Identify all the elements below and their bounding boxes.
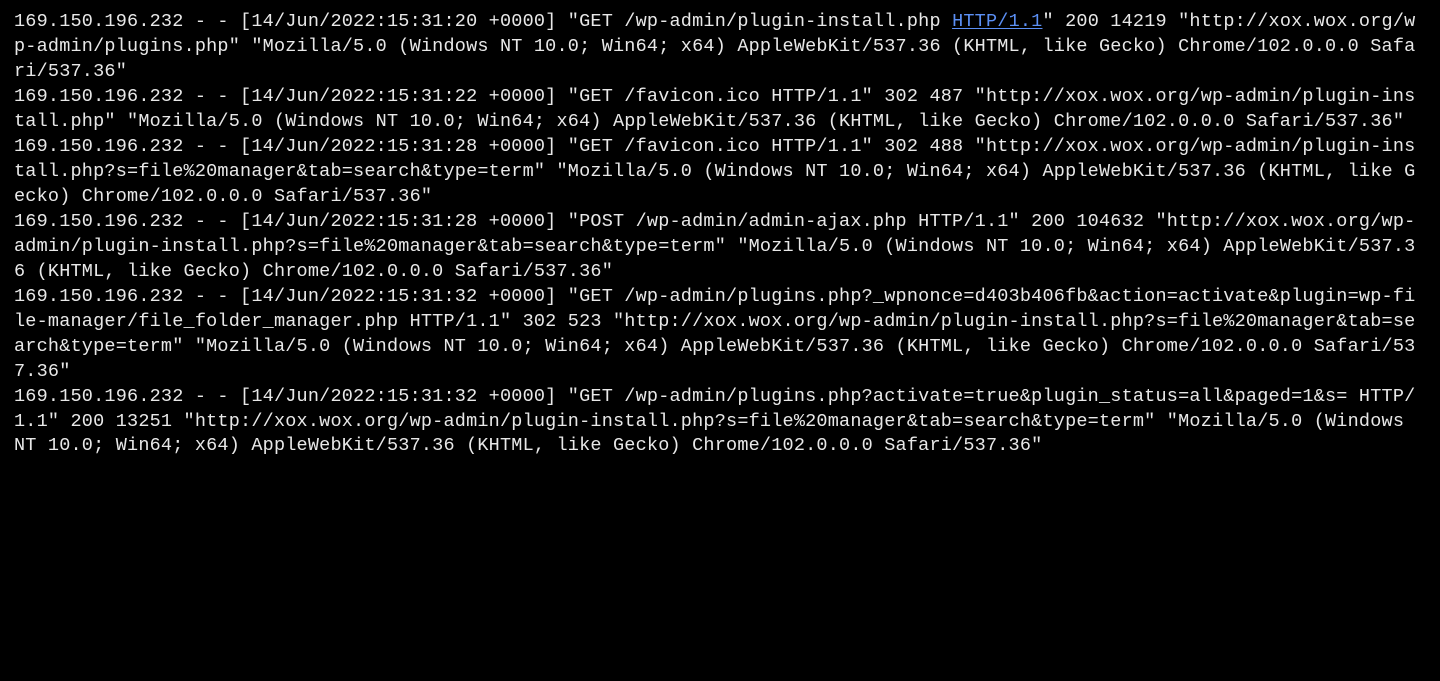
log-entry: 169.150.196.232 - - [14/Jun/2022:15:31:3… (14, 386, 1415, 457)
log-entry: 169.150.196.232 - - [14/Jun/2022:15:31:2… (14, 136, 1415, 207)
log-output: 169.150.196.232 - - [14/Jun/2022:15:31:2… (14, 10, 1426, 459)
http-protocol-link[interactable]: HTTP/1.1 (952, 11, 1042, 32)
log-entry: 169.150.196.232 - - [14/Jun/2022:15:31:3… (14, 286, 1415, 382)
log-entry: 169.150.196.232 - - [14/Jun/2022:15:31:2… (14, 211, 1415, 282)
log-entry: 169.150.196.232 - - [14/Jun/2022:15:31:2… (14, 86, 1415, 132)
log-entry: 169.150.196.232 - - [14/Jun/2022:15:31:2… (14, 11, 952, 32)
